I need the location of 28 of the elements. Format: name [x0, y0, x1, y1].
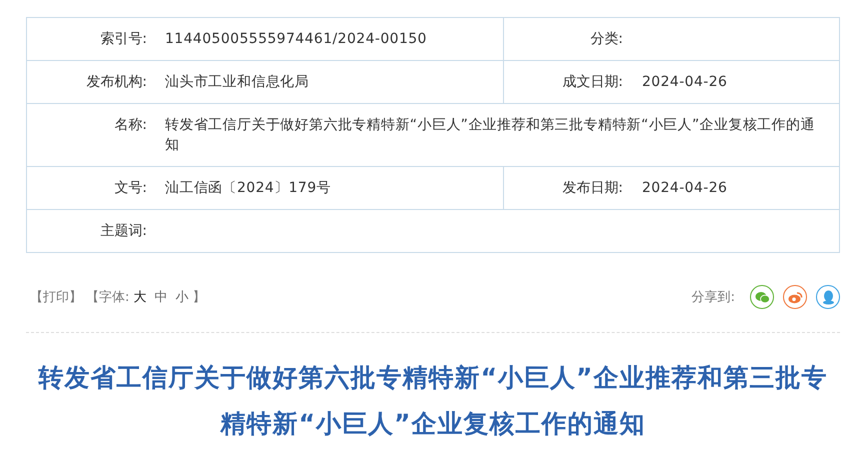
field-value: 2024-04-26 — [642, 73, 728, 92]
wechat-share-button[interactable] — [750, 285, 774, 309]
field-label: 名称: — [113, 116, 147, 135]
eye-logo-icon — [788, 290, 802, 304]
field-label: 索引号: — [99, 30, 147, 49]
font-size-link[interactable]: 小 — [175, 288, 188, 306]
penguin-icon — [822, 290, 834, 304]
print-link[interactable]: 【打印】 — [30, 288, 82, 306]
field-value: 汕工信函〔2024〕179号 — [165, 179, 332, 198]
field-value: 114405005555974461/2024-00150 — [165, 30, 428, 49]
field-label: 文号: — [113, 179, 147, 198]
field-label: 成文日期: — [561, 73, 623, 92]
field-label: 发布日期: — [561, 179, 623, 198]
chat-bubbles-icon — [754, 290, 770, 304]
field-value: 2024-04-26 — [642, 179, 728, 198]
article-title: 转发省工信厅关于做好第六批专精特新“小巨人”企业推荐和第三批专精特新“小巨人”企业复核工作的通知 — [37, 362, 828, 440]
qq-share-button[interactable] — [816, 285, 840, 309]
field-label: 分类: — [589, 30, 623, 49]
bracket-text: 】 — [192, 289, 206, 306]
font-size-label: 【字体: — [86, 289, 130, 306]
field-value: 汕头市工业和信息化局 — [165, 73, 310, 92]
field-label: 发布机构: — [85, 73, 147, 92]
font-size-link[interactable]: 中 — [154, 288, 168, 306]
field-value: 转发省工信厅关于做好第六批专精特新“小巨人”企业推荐和第三批专精特新“小巨人”企业复核工作的通知 — [165, 116, 816, 155]
field-label: 主题词: — [99, 222, 147, 241]
font-size-link[interactable]: 大 — [133, 288, 146, 306]
weibo-share-button[interactable] — [783, 285, 807, 309]
share-label: 分享到: — [692, 289, 735, 306]
